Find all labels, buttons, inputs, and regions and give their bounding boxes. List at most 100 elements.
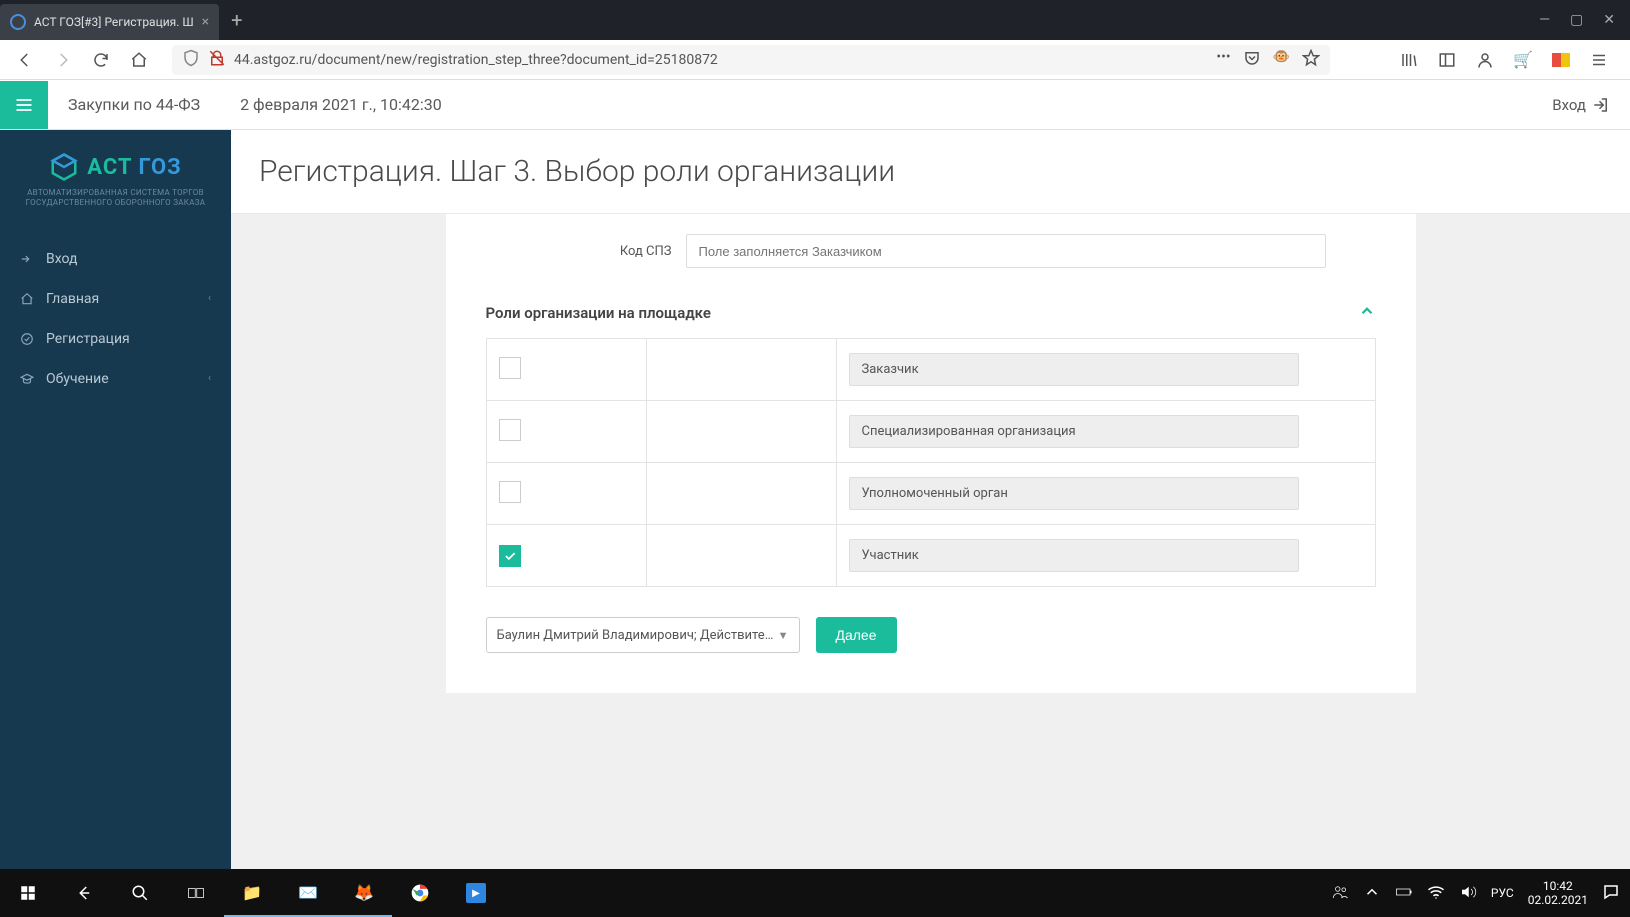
cart-icon[interactable]: 🛒 [1512,49,1534,71]
tab-title: АСТ ГОЗ[#3] Регистрация. Ш [34,15,194,29]
home-icon [130,51,148,69]
check-circle-icon [20,330,34,348]
taskbar-search[interactable] [112,869,168,917]
arrow-right-icon [54,51,72,69]
menu-toggle-button[interactable] [0,81,48,129]
main-content: Регистрация. Шаг 3. Выбор роли организац… [231,130,1630,869]
window-controls: — ▢ ✕ [1539,12,1630,28]
roles-section-header[interactable]: Роли организации на площадке [486,288,1376,338]
tray-time: 10:42 [1528,879,1588,893]
new-tab-button[interactable]: + [231,8,242,32]
taskbar-app[interactable]: ▶ [448,869,504,917]
home-nav-icon [20,290,34,308]
start-button[interactable] [0,869,56,917]
search-icon [131,884,149,902]
nav-reload-button[interactable] [86,45,116,75]
lock-strike-icon[interactable] [208,49,226,71]
roles-table: Заказчик Специализированная организация … [486,338,1376,587]
tray-wifi-icon[interactable] [1427,883,1445,904]
nav-item-login[interactable]: Вход [0,239,231,279]
library-icon[interactable] [1398,49,1420,71]
flag-icon[interactable] [1550,49,1572,71]
chrome-icon [410,883,430,903]
url-more-icon[interactable]: ••• [1216,49,1230,71]
nav-label: Обучение [46,371,109,387]
check-icon [503,549,517,563]
window-minimize-icon[interactable]: — [1539,12,1550,28]
nav-home-button[interactable] [124,45,154,75]
account-icon[interactable] [1474,49,1496,71]
next-button[interactable]: Далее [816,617,897,653]
tab-close-icon[interactable]: × [202,14,209,30]
browser-tab-strip: АСТ ГОЗ[#3] Регистрация. Ш × + — ▢ ✕ [0,0,1630,40]
browser-menu-icon[interactable] [1588,49,1610,71]
logo-icon [49,152,79,182]
bookmark-star-icon[interactable] [1302,49,1320,71]
arrow-left-icon [75,884,93,902]
extension-icon[interactable]: 🐵 [1273,49,1290,71]
role-row: Специализированная организация [486,401,1375,463]
taskview-icon [187,884,205,902]
spz-label: Код СПЗ [486,244,686,259]
chevron-up-icon[interactable] [1358,302,1376,324]
tray-battery-icon[interactable] [1395,883,1413,904]
login-nav-icon [20,250,34,268]
tray-notifications-icon[interactable] [1602,883,1620,904]
role-label: Уполномоченный орган [849,477,1299,510]
url-bar[interactable]: 44.astgoz.ru/document/new/registration_s… [172,45,1330,75]
shield-icon[interactable] [182,49,200,71]
sidebar-toggle-icon[interactable] [1436,49,1458,71]
taskbar-mail[interactable]: ✉️ [280,869,336,917]
nav-label: Главная [46,291,99,307]
role-row: Участник [486,525,1375,587]
spz-row: Код СПЗ [486,234,1376,268]
nav-item-home[interactable]: Главная ‹ [0,279,231,319]
form-footer: Баулин Дмитрий Владимирович; Действителе… [486,617,1376,653]
hamburger-icon [14,95,34,115]
role-row: Заказчик [486,339,1375,401]
header-login-label: Вход [1552,96,1586,114]
roles-header-label: Роли организации на площадке [486,304,711,322]
tray-language[interactable]: РУС [1491,886,1514,900]
taskbar-explorer[interactable]: 📁 [224,869,280,917]
taskbar-back[interactable] [56,869,112,917]
nav-label: Регистрация [46,331,130,347]
nav-item-registration[interactable]: Регистрация [0,319,231,359]
arrow-left-icon [16,51,34,69]
pocket-icon[interactable] [1243,49,1261,71]
tray-people-icon[interactable] [1331,883,1349,904]
taskbar-chrome[interactable] [392,869,448,917]
form-card: Код СПЗ Роли организации на площадке Зак… [446,214,1416,693]
nav-back-button[interactable] [10,45,40,75]
taskbar-taskview[interactable] [168,869,224,917]
graduation-cap-icon [20,370,34,388]
browser-toolbar: 44.astgoz.ru/document/new/registration_s… [0,40,1630,80]
tray-volume-icon[interactable] [1459,883,1477,904]
tray-chevron-up-icon[interactable] [1363,883,1381,904]
window-close-icon[interactable]: ✕ [1603,12,1615,28]
chevron-left-icon: ‹ [208,293,211,304]
browser-tab[interactable]: АСТ ГОЗ[#3] Регистрация. Ш × [0,4,219,40]
chevron-left-icon: ‹ [208,373,211,384]
page-title-bar: Регистрация. Шаг 3. Выбор роли организац… [231,130,1630,214]
certificate-selected-label: Баулин Дмитрий Владимирович; Действителе… [497,628,778,643]
role-checkbox-customer[interactable] [499,357,521,379]
header-login-link[interactable]: Вход [1552,96,1610,114]
header-section-label: Закупки по 44-ФЗ [68,95,200,114]
nav-label: Вход [46,251,77,267]
role-row: Уполномоченный орган [486,463,1375,525]
role-checkbox-specialized[interactable] [499,419,521,441]
certificate-select[interactable]: Баулин Дмитрий Владимирович; Действителе… [486,617,800,653]
url-text: 44.astgoz.ru/document/new/registration_s… [234,52,1208,68]
reload-icon [92,51,110,69]
logo: АСТ ГОЗ АВТОМАТИЗИРОВАННАЯ СИСТЕМА ТОРГО… [0,130,231,229]
sidebar: АСТ ГОЗ АВТОМАТИЗИРОВАННАЯ СИСТЕМА ТОРГО… [0,130,231,869]
nav-item-training[interactable]: Обучение ‹ [0,359,231,399]
window-maximize-icon[interactable]: ▢ [1570,12,1583,28]
role-checkbox-participant[interactable] [499,545,521,567]
taskbar-firefox[interactable]: 🦊 [336,869,392,917]
role-checkbox-authorized[interactable] [499,481,521,503]
nav-forward-button[interactable] [48,45,78,75]
spz-input[interactable] [686,234,1326,268]
tray-clock[interactable]: 10:42 02.02.2021 [1528,879,1588,908]
